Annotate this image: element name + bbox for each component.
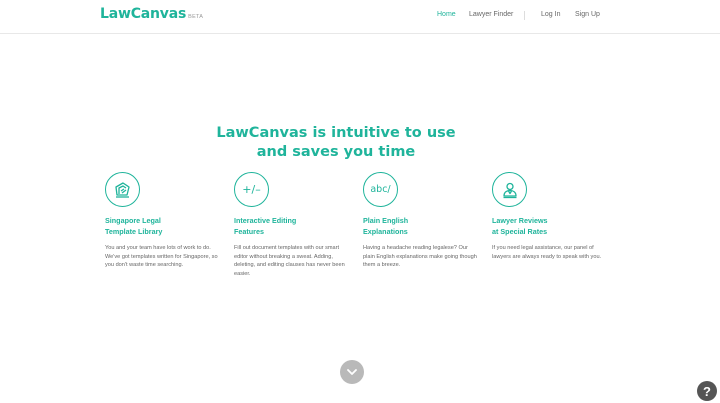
feature-title: Lawyer Reviews at Special Rates [492, 215, 610, 237]
headline-line-2: and saves you time [256, 144, 416, 160]
feature-title-line-2: at Special Rates [492, 227, 548, 236]
nav-lawyer-finder-link[interactable]: Lawyer Finder [469, 11, 513, 18]
feature-description: If you need legal assistance, our panel … [492, 245, 602, 260]
nav-divider [524, 11, 525, 20]
feature-title-line-1: Interactive Editing [234, 216, 297, 225]
nav-signup-link[interactable]: Sign Up [575, 11, 600, 18]
feature-title-line-1: Plain English [363, 216, 409, 225]
main-nav: Home Lawyer Finder Log In Sign Up [0, 11, 720, 23]
question-mark-icon: ? [703, 383, 711, 399]
document-template-icon [105, 172, 140, 207]
plus-minus-glyph: +/– [242, 183, 261, 196]
lawyer-person-icon [492, 172, 527, 207]
feature-title-line-1: Lawyer Reviews [492, 216, 548, 225]
scroll-down-button[interactable] [340, 360, 364, 384]
feature-title: Plain English Explanations [363, 215, 481, 237]
feature-title-line-2: Explanations [363, 227, 408, 236]
abc-glyph: abc/ [370, 184, 391, 195]
feature-template-library: Singapore Legal Template Library You and… [105, 172, 223, 270]
feature-interactive-editing: +/– Interactive Editing Features Fill ou… [234, 172, 352, 278]
feature-title-line-1: Singapore Legal [105, 216, 161, 225]
headline-line-1: LawCanvas is intuitive to use [216, 125, 456, 141]
feature-title: Interactive Editing Features [234, 215, 352, 237]
feature-description: Fill out document templates with our sma… [234, 245, 345, 277]
feature-description: Having a headache reading legalese? Our … [363, 245, 477, 269]
nav-login-link[interactable]: Log In [541, 11, 560, 18]
abc-text-icon: abc/ [363, 172, 398, 207]
feature-plain-english: abc/ Plain English Explanations Having a… [363, 172, 481, 270]
top-navbar: LawCanvas BETA Home Lawyer Finder Log In… [0, 0, 720, 34]
page-headline: LawCanvas is intuitive to use and saves … [0, 124, 672, 162]
help-button[interactable]: ? [697, 381, 717, 401]
chevron-down-icon [347, 363, 357, 381]
feature-title-line-2: Template Library [105, 227, 163, 236]
feature-lawyer-reviews: Lawyer Reviews at Special Rates If you n… [492, 172, 610, 261]
plus-minus-icon: +/– [234, 172, 269, 207]
nav-home-link[interactable]: Home [437, 11, 456, 18]
feature-title: Singapore Legal Template Library [105, 215, 223, 237]
feature-title-line-2: Features [234, 227, 264, 236]
feature-description: You and your team have lots of work to d… [105, 245, 218, 269]
